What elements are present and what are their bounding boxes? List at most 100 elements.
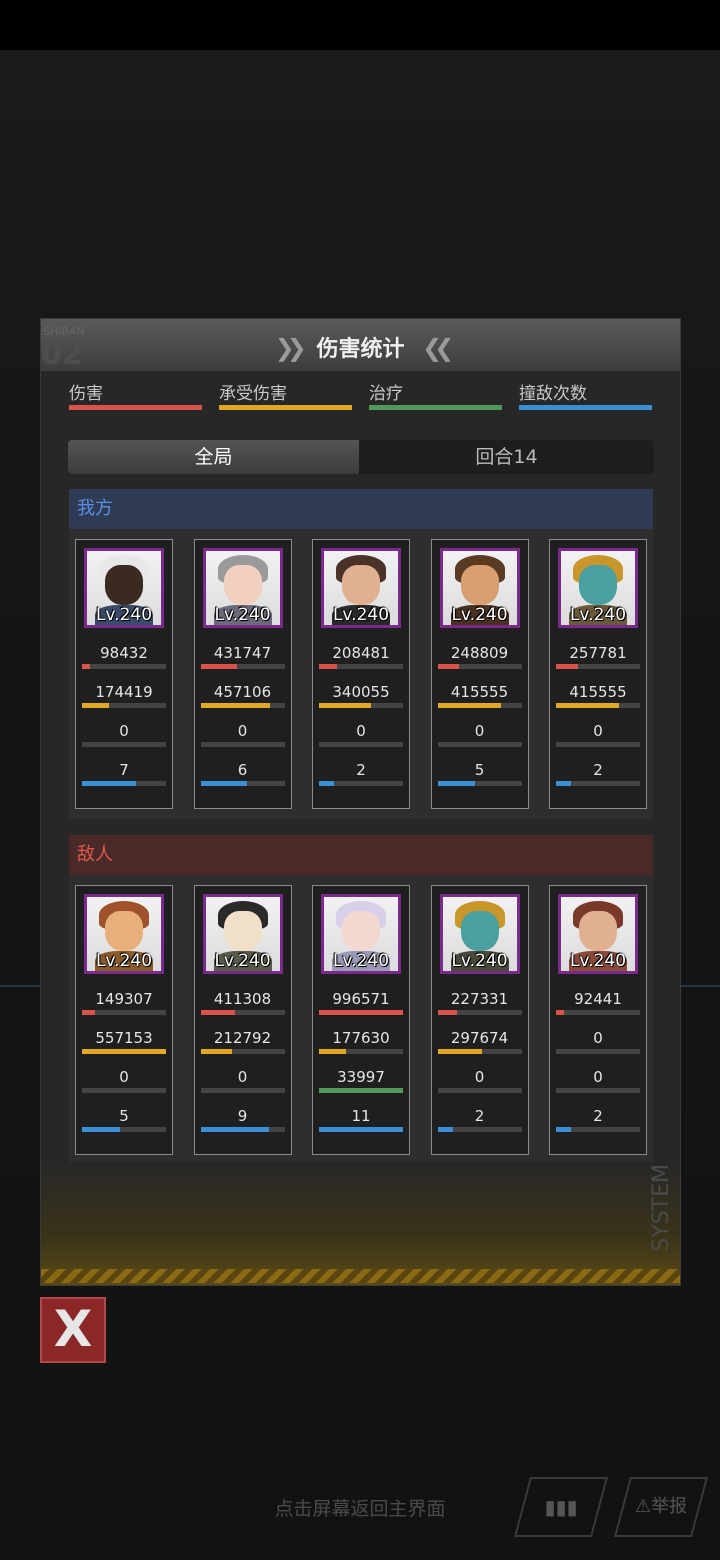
panel-header: SHIBAN 02 ❯❯ 伤害统计 ❮❮: [41, 319, 680, 372]
stat-heal-bar: [556, 1088, 640, 1093]
ally-unit-card[interactable]: Lv.240 431747 457106 0 6: [193, 539, 292, 809]
stat-heal-bar: [556, 742, 640, 747]
stat-hits-bar-fill: [556, 781, 572, 786]
scope-tabs: 全局 回合14: [68, 440, 654, 474]
stat-hits-bar: [82, 1127, 166, 1132]
stats-button[interactable]: ▮▮▮: [513, 1477, 609, 1537]
unit-level: Lv.240: [569, 951, 627, 971]
tab-round[interactable]: 回合14: [359, 440, 654, 474]
unit-level: Lv.240: [332, 605, 390, 625]
stat-hits-bar: [556, 781, 640, 786]
enemy-unit-card[interactable]: Lv.240 149307 557153 0 5: [75, 885, 173, 1155]
ally-unit-card[interactable]: Lv.240 208481 340055 0 2: [312, 539, 410, 809]
legend-bar: [69, 405, 202, 410]
tab-overall[interactable]: 全局: [68, 440, 359, 474]
return-hint[interactable]: 点击屏幕返回主界面: [0, 1494, 720, 1521]
stat-taken-bar-fill: [556, 703, 619, 708]
legend-damage-taken: 承受伤害: [219, 379, 352, 419]
stat-damage-value: 411308: [213, 990, 272, 1008]
allies-heading: 我方: [69, 489, 653, 529]
unit-level: Lv.240: [332, 951, 390, 971]
stat-taken-value: 415555: [569, 683, 627, 701]
stat-hits-bar: [319, 781, 403, 786]
stat-hits-value: 11: [351, 1107, 371, 1125]
report-button[interactable]: ⚠举报: [613, 1477, 709, 1537]
stat-hits-bar-fill: [556, 1127, 572, 1132]
enemy-unit-card[interactable]: Lv.240 92441 0 0 2: [549, 885, 647, 1155]
stat-taken-value: 174419: [95, 683, 153, 701]
unit-level: Lv.240: [451, 605, 508, 625]
stat-taken-bar-fill: [437, 703, 501, 708]
stat-hits-bar-fill: [200, 781, 247, 786]
allies-section: 我方 Lv.240 98432 174419 0 7 Lv.240 431747 457106…: [69, 489, 653, 819]
damage-stats-panel: SHIBAN 02 ❯❯ 伤害统计 ❮❮ 伤害 承受伤害 治疗 撞敌次数 全局 …: [40, 318, 681, 1286]
stat-damage-bar: [556, 664, 640, 669]
stat-damage-bar-fill: [319, 664, 337, 669]
stat-damage-bar-fill: [437, 1010, 457, 1015]
stat-taken-bar-fill: [82, 1049, 166, 1054]
unit-portrait: Lv.240: [202, 894, 283, 974]
enemies-section: 敌人 Lv.240 149307 557153 0 5 Lv.240 411308 21279…: [69, 835, 653, 1165]
unit-portrait: Lv.240: [321, 548, 401, 628]
ally-unit-card[interactable]: Lv.240 248809 415555 0 5: [430, 539, 529, 809]
stat-taken-bar: [556, 1049, 640, 1054]
stat-hits-bar-fill: [82, 781, 136, 786]
stat-heal-value: 0: [119, 722, 129, 740]
stat-damage-value: 149307: [95, 990, 153, 1008]
stat-damage-value: 98432: [100, 644, 148, 662]
stat-damage-value: 248809: [450, 644, 509, 662]
stat-hits-bar: [82, 781, 166, 786]
stat-heal-bar: [319, 742, 403, 747]
stat-taken-bar: [319, 1049, 403, 1054]
unit-level: Lv.240: [569, 605, 627, 625]
stat-hits-bar: [437, 781, 522, 786]
stat-damage-value: 431747: [213, 644, 272, 662]
enemy-unit-card[interactable]: Lv.240 227331 297674 0 2: [430, 885, 529, 1155]
stat-damage-bar: [437, 664, 522, 669]
stat-hits-value: 2: [356, 761, 366, 779]
stat-taken-value: 340055: [332, 683, 390, 701]
portrait-face: [579, 911, 617, 951]
stat-heal-value: 0: [474, 722, 485, 740]
stat-damage-value: 92441: [574, 990, 622, 1008]
stat-heal-bar: [200, 742, 285, 747]
enemy-unit-card[interactable]: Lv.240 996571 177630 33997 11: [312, 885, 410, 1155]
background-line: [681, 985, 720, 987]
panel-footer-deco: [41, 1162, 680, 1285]
ally-unit-card[interactable]: Lv.240 257781 415555 0 2: [549, 539, 647, 809]
stat-damage-bar-fill: [200, 1010, 235, 1015]
stat-heal-value: 0: [119, 1068, 129, 1086]
status-bar: [0, 0, 720, 50]
close-button[interactable]: X: [40, 1297, 106, 1363]
stat-damage-bar-fill: [437, 664, 459, 669]
portrait-face: [223, 911, 262, 951]
unit-portrait: Lv.240: [321, 894, 401, 974]
stat-damage-value: 208481: [332, 644, 390, 662]
unit-portrait: Lv.240: [84, 548, 164, 628]
legend-label: 撞敌次数: [519, 384, 587, 404]
stat-taken-bar: [82, 703, 166, 708]
panel-title-row: ❯❯ 伤害统计 ❮❮: [41, 331, 680, 363]
stat-damage-bar-fill: [82, 664, 90, 669]
stat-hits-bar-fill: [319, 781, 335, 786]
portrait-face: [579, 565, 617, 605]
stat-heal-value: 0: [237, 722, 248, 740]
stat-heal-bar: [82, 742, 166, 747]
stat-taken-bar-fill: [319, 1049, 346, 1054]
stat-heal-bar: [82, 1088, 166, 1093]
ally-unit-card[interactable]: Lv.240 98432 174419 0 7: [75, 539, 173, 809]
unit-portrait: Lv.240: [439, 894, 520, 974]
stat-damage-value: 257781: [569, 644, 627, 662]
stat-damage-bar: [556, 1010, 640, 1015]
stat-damage-value: 227331: [450, 990, 509, 1008]
stat-taken-bar-fill: [200, 703, 271, 708]
report-label: ⚠举报: [634, 1496, 688, 1517]
stat-damage-bar: [319, 664, 403, 669]
legend-healing: 治疗: [369, 379, 502, 419]
enemy-unit-card[interactable]: Lv.240 411308 212792 0 9: [193, 885, 292, 1155]
legend-bar: [369, 405, 502, 410]
allies-grid: Lv.240 98432 174419 0 7 Lv.240 431747 457106 0 6 L…: [69, 529, 653, 819]
stat-taken-bar: [556, 703, 640, 708]
stat-damage-bar: [82, 1010, 166, 1015]
stat-taken-bar: [200, 1049, 285, 1054]
